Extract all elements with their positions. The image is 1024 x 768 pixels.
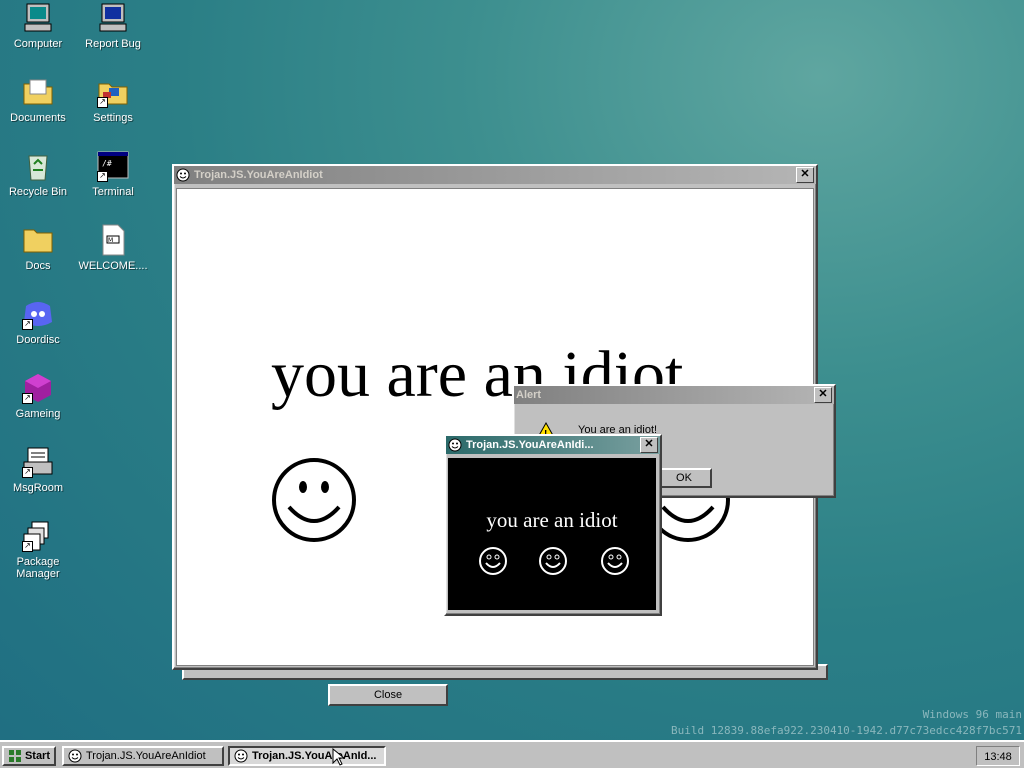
desktop-icon-label: Report Bug — [85, 38, 141, 50]
popup-titlebar[interactable]: Trojan.JS.YouAreAnIdi... ✕ — [446, 436, 660, 454]
desktop-icon-label: Settings — [93, 112, 133, 124]
alert-ok-button[interactable]: OK — [656, 468, 712, 488]
desktop-icon-msgroom[interactable]: ↗ MsgRoom — [0, 446, 76, 494]
desktop-icon-recycle-bin[interactable]: Recycle Bin — [0, 150, 76, 198]
popup-window[interactable]: Trojan.JS.YouAreAnIdi... ✕ you are an id… — [444, 434, 662, 616]
smiley-icon — [234, 749, 248, 763]
popup-title: Trojan.JS.YouAreAnIdi... — [466, 439, 594, 451]
popup-smiley-3-icon — [601, 547, 629, 575]
desktop-icon-settings[interactable]: ↗ Settings — [75, 76, 151, 124]
alert-close-button[interactable]: ✕ — [814, 387, 832, 403]
build-watermark-line2: Build 12839.88efa922.230410-1942.d77c73e… — [671, 724, 1022, 737]
desktop-icon-label: Computer — [13, 38, 63, 50]
taskbar: Start Trojan.JS.YouAreAnIdiot Trojan.JS.… — [0, 740, 1024, 768]
mouse-cursor-icon — [332, 748, 344, 766]
desktop-icon-welcome[interactable]: M WELCOME.... — [75, 224, 151, 272]
shortcut-arrow-icon: ↗ — [97, 171, 108, 182]
desktop-icon-label: Documents — [10, 112, 66, 124]
close-icon: ✕ — [800, 168, 810, 180]
close-button[interactable]: Close — [328, 684, 448, 706]
alert-titlebar[interactable]: Alert ✕ — [514, 386, 834, 404]
popup-smiley-2-icon — [539, 547, 567, 575]
desktop-icon-label: Gameing — [15, 408, 61, 420]
computer-icon — [22, 2, 54, 34]
desktop-icon-doordisc[interactable]: ↗ Doordisc — [0, 298, 76, 346]
popup-message: you are an idiot — [486, 508, 618, 532]
start-label: Start — [24, 750, 50, 762]
desktop-icon-report-bug[interactable]: Report Bug — [75, 2, 151, 50]
smiley-icon — [448, 438, 462, 452]
desktop-icon-package-manager[interactable]: ↗ Package Manager — [0, 520, 76, 580]
gameing-icon: ↗ — [22, 372, 54, 404]
package-manager-icon: ↗ — [22, 520, 54, 552]
shortcut-arrow-icon: ↗ — [22, 467, 33, 478]
terminal-icon: /# ↗ — [97, 150, 129, 182]
documents-folder-icon — [22, 76, 54, 108]
taskbar-task-main[interactable]: Trojan.JS.YouAreAnIdiot — [62, 746, 224, 766]
recycle-bin-icon — [22, 150, 54, 182]
desktop-icon-label: MsgRoom — [12, 482, 64, 494]
main-window-title: Trojan.JS.YouAreAnIdiot — [194, 169, 323, 181]
desktop-icon-computer[interactable]: Computer — [0, 2, 76, 50]
taskbar-task-label: Trojan.JS.YouAreAnId... — [252, 750, 377, 762]
shortcut-arrow-icon: ↗ — [97, 97, 108, 108]
desktop-icon-label: Recycle Bin — [8, 186, 68, 198]
svg-text:/#: /# — [102, 159, 112, 168]
popup-smiley-1-icon — [479, 547, 507, 575]
main-window-close-button[interactable]: ✕ — [796, 167, 814, 183]
desktop-icon-label: Terminal — [92, 186, 134, 198]
desktop-icon-terminal[interactable]: /# ↗ Terminal — [75, 150, 151, 198]
desktop-icon-docs[interactable]: Docs — [0, 224, 76, 272]
taskbar-clock: 13:48 — [976, 746, 1020, 766]
alert-title: Alert — [516, 389, 542, 401]
start-button[interactable]: Start — [2, 746, 56, 766]
desktop-icon-label: WELCOME.... — [78, 260, 148, 272]
desktop-icon-documents[interactable]: Documents — [0, 76, 76, 124]
close-icon: ✕ — [644, 438, 654, 450]
report-bug-icon — [97, 2, 129, 34]
start-logo-icon — [9, 750, 21, 762]
markdown-file-icon: M — [97, 224, 129, 256]
msgroom-icon: ↗ — [22, 446, 54, 478]
desktop-icon-gameing[interactable]: ↗ Gameing — [0, 372, 76, 420]
docs-folder-icon — [22, 224, 54, 256]
taskbar-task-label: Trojan.JS.YouAreAnIdiot — [86, 750, 206, 762]
shortcut-arrow-icon: ↗ — [22, 541, 33, 552]
shortcut-arrow-icon: ↗ — [22, 319, 33, 330]
build-watermark-line1: Windows 96 main — [922, 708, 1022, 721]
smiley-icon — [68, 749, 82, 763]
popup-content: you are an idiot — [448, 458, 656, 610]
settings-icon: ↗ — [97, 76, 129, 108]
desktop-icon-label: Doordisc — [16, 334, 60, 346]
taskbar-task-popup[interactable]: Trojan.JS.YouAreAnId... — [228, 746, 386, 766]
big-smiley-left-icon — [272, 458, 356, 542]
close-icon: ✕ — [818, 388, 828, 400]
shortcut-arrow-icon: ↗ — [22, 393, 33, 404]
popup-close-button[interactable]: ✕ — [640, 437, 658, 453]
main-window-titlebar[interactable]: Trojan.JS.YouAreAnIdiot ✕ — [174, 166, 816, 184]
svg-text:M: M — [108, 237, 113, 244]
desktop-icon-label: Package Manager — [16, 556, 60, 580]
desktop-icon-label: Docs — [25, 260, 51, 272]
smiley-icon — [176, 168, 190, 182]
doordisc-icon: ↗ — [22, 298, 54, 330]
